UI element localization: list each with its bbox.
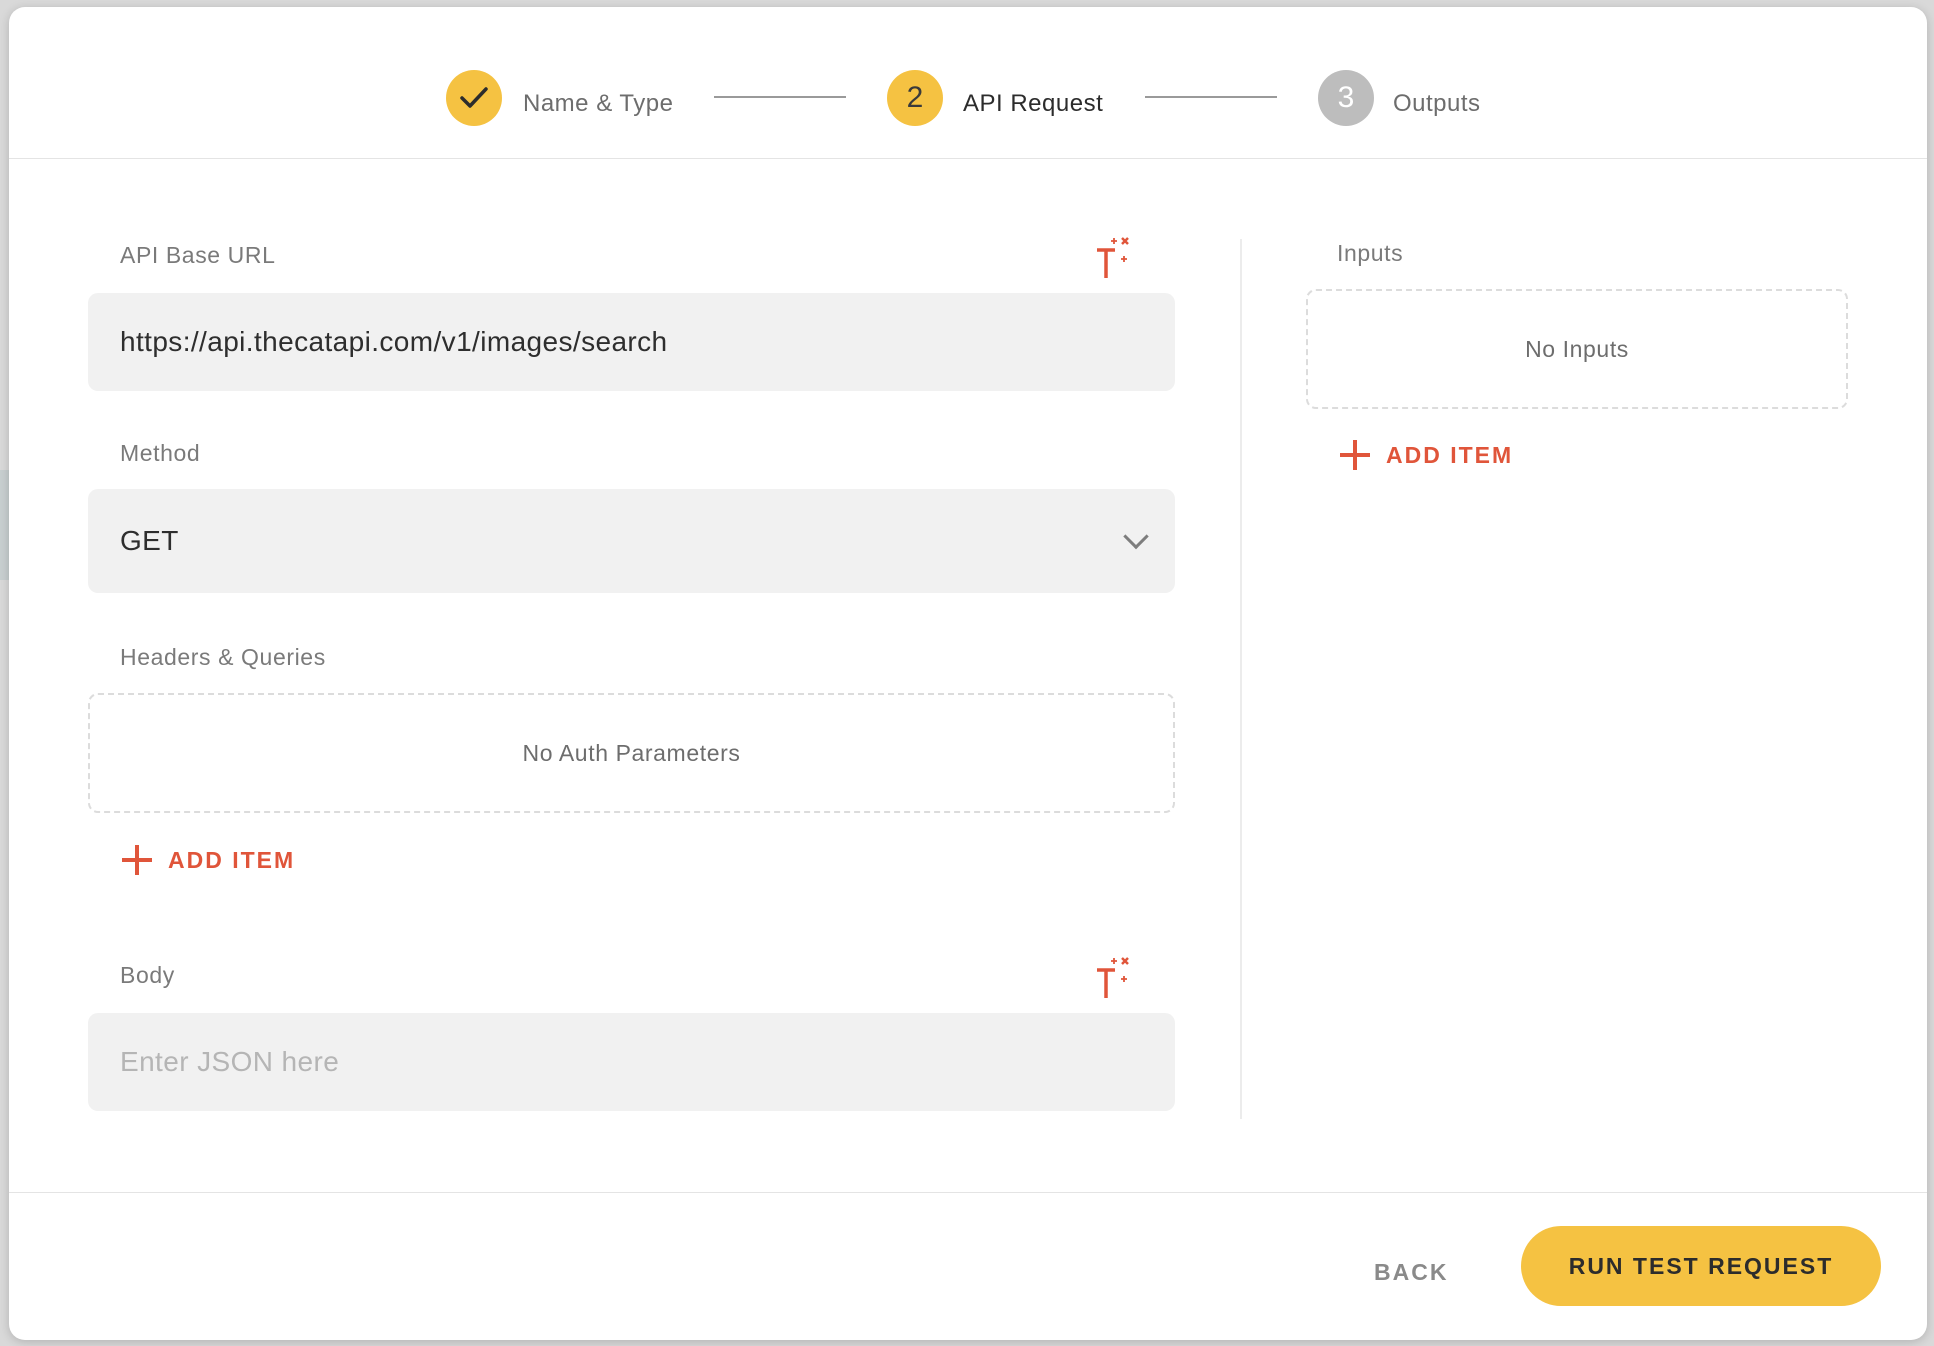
step-2-number[interactable]: 2	[887, 70, 943, 126]
add-header-button[interactable]: ADD ITEM	[122, 845, 295, 875]
create-api-tool-dialog: Name & Type 2 API Request 3 Outputs API …	[9, 7, 1927, 1340]
method-label: Method	[120, 440, 201, 466]
add-input-button[interactable]: ADD ITEM	[1340, 440, 1513, 470]
step-connector	[714, 96, 846, 98]
step-3-number[interactable]: 3	[1318, 70, 1374, 126]
add-header-label: ADD ITEM	[168, 846, 296, 873]
api-base-url-label: API Base URL	[120, 242, 276, 268]
body-label: Body	[120, 962, 175, 988]
method-selected-value: GET	[120, 525, 179, 556]
chevron-down-icon	[1123, 523, 1149, 550]
step-1-label[interactable]: Name & Type	[523, 90, 673, 118]
step-3-label[interactable]: Outputs	[1393, 90, 1481, 118]
check-icon	[460, 87, 488, 108]
back-button[interactable]: BACK	[1374, 1259, 1448, 1286]
inputs-label: Inputs	[1337, 240, 1404, 266]
headers-empty-state: No Auth Parameters	[88, 693, 1175, 813]
inputs-empty-text: No Inputs	[1525, 335, 1629, 362]
run-test-request-button[interactable]: RUN TEST REQUEST	[1521, 1226, 1881, 1306]
headers-empty-text: No Auth Parameters	[522, 739, 741, 766]
stepper: Name & Type 2 API Request 3 Outputs	[9, 7, 1927, 159]
magic-format-icon[interactable]	[1094, 236, 1134, 280]
step-2-label[interactable]: API Request	[963, 90, 1103, 118]
method-select[interactable]: GET	[88, 489, 1175, 593]
api-base-url-input[interactable]: https://api.thecatapi.com/v1/images/sear…	[88, 293, 1175, 391]
plus-icon	[122, 845, 152, 875]
step-connector	[1145, 96, 1277, 98]
step-1-check-icon[interactable]	[446, 70, 502, 126]
body-json-input[interactable]: Enter JSON here	[88, 1013, 1175, 1111]
inputs-empty-state: No Inputs	[1306, 289, 1848, 409]
magic-format-icon[interactable]	[1094, 956, 1134, 1000]
headers-queries-label: Headers & Queries	[120, 644, 326, 670]
dialog-footer: BACK RUN TEST REQUEST	[9, 1192, 1927, 1340]
column-divider	[1240, 239, 1242, 1119]
plus-icon	[1340, 440, 1370, 470]
add-input-label: ADD ITEM	[1386, 441, 1514, 468]
